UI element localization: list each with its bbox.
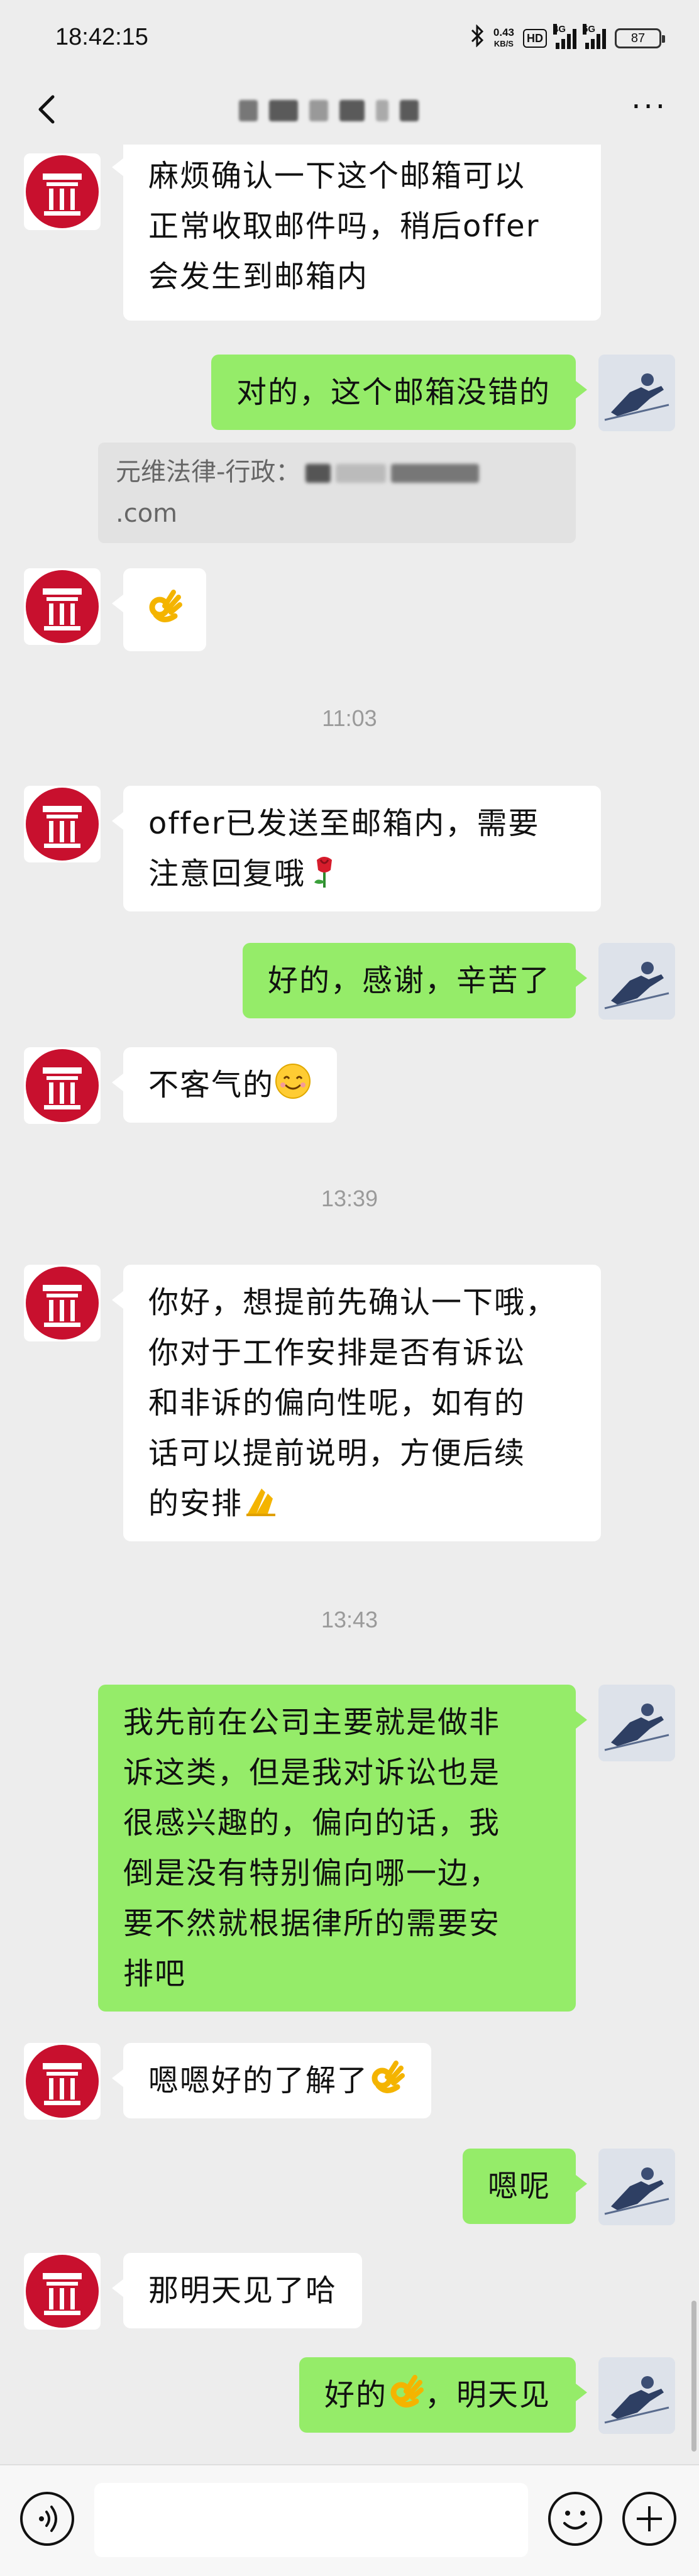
scrollbar[interactable] [691,2301,696,2452]
message-text: ，明天见 [424,2377,551,2413]
message-line: offer已发送至邮箱内，需要 [148,806,540,841]
rose-icon [314,857,333,888]
avatar-lawfirm[interactable] [24,786,101,862]
timestamp: 11:03 [322,705,377,731]
input-bar [0,2464,699,2576]
ok-hand-icon [390,2375,424,2408]
message-line: 你好，想提前先确认一下哦， [148,1285,558,1320]
ok-hand-icon [149,590,182,622]
message-text: 好的 [324,2377,387,2413]
avatar-lawfirm[interactable] [24,1047,101,1124]
status-icons: 0.43 KB/S HD 4G 5G 87 [470,23,665,54]
avatar-lawfirm[interactable] [24,568,101,645]
signal-5g-label: 5G [583,24,596,35]
avatar-lawfirm[interactable] [24,1265,101,1341]
quoted-message[interactable]: 元维法律-行政： .com [98,443,576,543]
signal-4g-icon: 4G [553,24,576,49]
message-bubble-incoming[interactable]: 那明天见了哈 [111,2253,363,2328]
message-line: 要不然就根据律所的需要安 [123,1906,501,1941]
quote-sender: 元维法律-行政： [116,458,301,487]
speed-value: 0.43 [493,26,514,38]
message-bubble-outgoing[interactable]: 好的 ，明天见 [299,2357,588,2433]
message-bubble-outgoing[interactable]: 我先前在公司主要就是做非 诉这类，但是我对诉讼也是 很感兴趣的，偏向的话，我 倒… [98,1685,587,2012]
message-text: 不客气的 [148,1067,275,1103]
message-text: 嗯嗯好的了解了 [148,2063,369,2098]
timestamp: 13:39 [321,1186,378,1211]
message-line: 注意回复哦 [148,856,306,891]
message-line: 正常收取邮件吗，稍后offer [148,209,540,244]
message-line: 我先前在公司主要就是做非 [123,1705,501,1740]
back-icon[interactable] [28,91,65,128]
avatar-lawfirm[interactable] [24,2253,101,2330]
hd-badge: HD [523,29,547,48]
message-input[interactable] [94,2483,528,2557]
praying-hands-icon [246,1489,276,1516]
message-line: 很感兴趣的，偏向的话，我 [123,1805,501,1841]
avatar-self[interactable] [598,2149,675,2225]
emoji-icon[interactable] [548,2492,602,2546]
battery-icon: 87 [615,28,665,48]
message-bubble-incoming[interactable]: offer已发送至邮箱内，需要 注意回复哦 [112,786,601,911]
timestamp: 13:43 [321,1607,378,1632]
message-line: 麻烦确认一下这个邮箱可以 [148,158,526,194]
message-line: 会发生到邮箱内 [148,259,369,294]
chat-title-redacted [239,98,465,123]
voice-input-icon[interactable] [20,2492,74,2546]
network-speed: 0.43 KB/S [493,27,514,50]
ok-hand-icon [372,2061,405,2093]
avatar-lawfirm[interactable] [24,153,101,230]
message-line: 话可以提前说明，方便后续 [148,1436,526,1471]
add-more-icon[interactable] [622,2492,676,2546]
message-line: 和非诉的偏向性呢，如有的 [148,1385,526,1421]
message-line: 的安排 [148,1486,243,1521]
message-line: 排吧 [123,1956,187,1991]
bluetooth-icon [470,24,485,52]
message-bubble-outgoing[interactable]: 对的，这个邮箱没错的 [211,355,588,430]
message-bubble-incoming[interactable]: 不客气的 [111,1047,338,1123]
message-text: 嗯呢 [487,2169,551,2204]
message-bubble-incoming[interactable] [112,568,206,651]
signal-4g-label: 4G [553,24,566,35]
avatar-self[interactable] [598,2357,675,2434]
message-text: 对的，这个邮箱没错的 [236,375,551,410]
avatar-lawfirm[interactable] [24,2043,101,2120]
message-bubble-incoming[interactable]: 你好，想提前先确认一下哦， 你对于工作安排是否有诉讼 和非诉的偏向性呢，如有的 … [112,1265,601,1541]
message-bubble-outgoing[interactable]: 嗯呢 [462,2149,588,2224]
message-text: 那明天见了哈 [148,2273,338,2308]
avatar-self[interactable] [598,1685,675,1761]
speed-unit: KB/S [493,39,514,48]
status-bar: 18:42:15 0.43 KB/S HD 4G 5G 87 [0,0,699,75]
signal-5g-icon: 5G [583,24,606,49]
chat-messages[interactable]: 麻烦确认一下这个邮箱可以 正常收取邮件吗，稍后offer 会发生到邮箱内 对的，… [0,145,699,2464]
message-bubble-incoming[interactable]: 麻烦确认一下这个邮箱可以 正常收取邮件吗，稍后offer 会发生到邮箱内 [112,145,601,321]
nav-bar: ··· [0,75,699,145]
smile-emoji-icon [275,1064,311,1099]
message-line: 倒是没有特别偏向哪一边， [123,1856,501,1891]
more-options-icon[interactable]: ··· [631,92,668,122]
message-text: 好的，感谢，辛苦了 [267,963,551,998]
message-line: 诉这类，但是我对诉讼也是 [123,1755,501,1790]
message-bubble-outgoing[interactable]: 好的，感谢，辛苦了 [242,943,588,1018]
message-line: 你对于工作安排是否有诉讼 [148,1335,526,1370]
avatar-self[interactable] [598,355,675,431]
avatar-self[interactable] [598,943,675,1020]
quote-text: .com [116,499,178,528]
message-bubble-incoming[interactable]: 嗯嗯好的了解了 [111,2043,432,2118]
status-time: 18:42:15 [55,24,148,50]
